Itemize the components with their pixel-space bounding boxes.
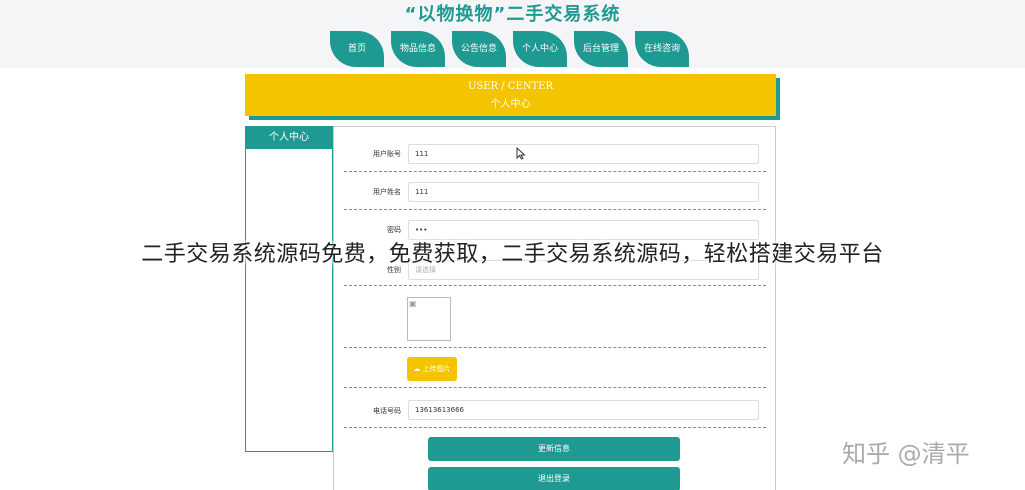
zhihu-watermark: 知乎 @清平 xyxy=(842,440,970,468)
upload-image-label: 上传图片 xyxy=(422,365,451,373)
banner-title-en: USER / CENTER xyxy=(467,81,554,92)
divider xyxy=(344,285,766,286)
sidebar: 个人中心 xyxy=(245,126,333,452)
profile-form: 用户账号 111 用户姓名 111 密码 ••• 性别 请选择 ▣ ☁ 上传图片… xyxy=(333,126,776,490)
broken-image-icon: ▣ xyxy=(409,299,417,308)
account-input[interactable]: 111 xyxy=(408,144,759,164)
nav-item-home[interactable]: 首页 xyxy=(330,31,384,67)
phone-label: 电话号码 xyxy=(373,407,401,415)
nav-item-notices[interactable]: 公告信息 xyxy=(452,31,506,67)
nav-item-admin[interactable]: 后台管理 xyxy=(574,31,628,67)
upload-image-button[interactable]: ☁ 上传图片 xyxy=(407,357,457,381)
update-info-button[interactable]: 更新信息 xyxy=(428,437,680,461)
site-header: “以物换物”二手交易系统 首页 物品信息 公告信息 个人中心 后台管理 在线咨询 xyxy=(0,0,1025,68)
cursor-icon xyxy=(516,147,526,160)
logout-button[interactable]: 退出登录 xyxy=(428,467,680,490)
divider xyxy=(344,387,766,388)
overlay-caption: 二手交易系统源码免费，免费获取，二手交易系统源码，轻松搭建交易平台 xyxy=(141,242,884,267)
account-label: 用户账号 xyxy=(373,150,401,158)
divider xyxy=(344,427,766,428)
site-title: “以物换物”二手交易系统 xyxy=(404,4,621,25)
password-label: 密码 xyxy=(387,226,401,234)
divider xyxy=(344,347,766,348)
nav-item-user-center[interactable]: 个人中心 xyxy=(513,31,567,67)
divider xyxy=(344,171,766,172)
page-banner: USER / CENTER 个人中心 xyxy=(245,74,776,116)
sidebar-item-user-center[interactable]: 个人中心 xyxy=(245,126,333,149)
banner-title-cn: 个人中心 xyxy=(490,99,531,110)
avatar-preview: ▣ xyxy=(407,297,451,341)
cloud-upload-icon: ☁ xyxy=(413,365,421,373)
nav-item-goods[interactable]: 物品信息 xyxy=(391,31,445,67)
name-input[interactable]: 111 xyxy=(408,182,759,202)
name-label: 用户姓名 xyxy=(373,188,401,196)
phone-input[interactable]: 13613613666 xyxy=(408,400,759,420)
nav-item-chat[interactable]: 在线咨询 xyxy=(635,31,689,67)
divider xyxy=(344,209,766,210)
